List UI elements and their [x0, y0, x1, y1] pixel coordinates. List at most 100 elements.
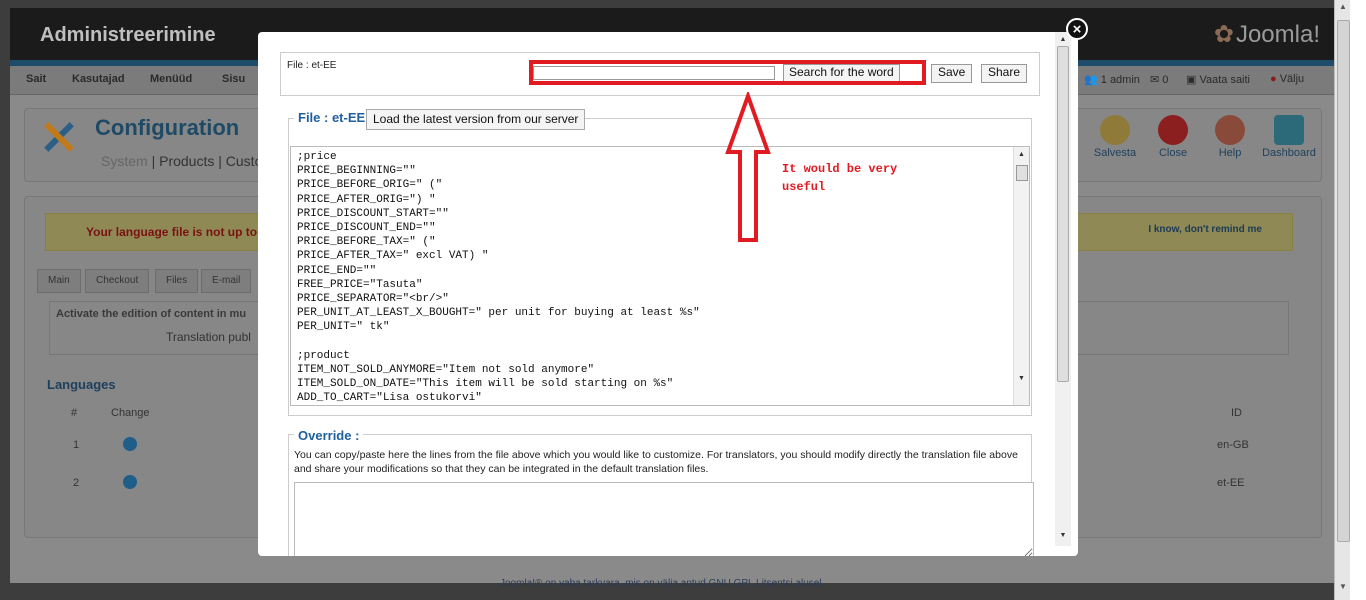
code-line: PER_UNIT=" tk": [297, 321, 390, 334]
languages-legend: Languages: [47, 377, 116, 392]
code-line: ITEM_SOLD_ON_DATE="This item will be sol…: [297, 378, 674, 391]
up-arrow-annotation-icon: [725, 92, 771, 242]
file-toolbar-box: File : et-EE Search for the word Save Sh…: [280, 52, 1040, 96]
edit-pencil-icon[interactable]: [123, 437, 137, 451]
tab-checkout[interactable]: Checkout: [85, 269, 150, 293]
code-line: FREE_PRICE="Tasuta": [297, 278, 423, 291]
language-file-content: ;price PRICE_BEGINNING="" PRICE_BEFORE_ORI…: [297, 150, 700, 405]
tab-main[interactable]: Main: [37, 269, 81, 293]
search-highlight-annotation: [529, 60, 926, 85]
row-1-num: 1: [73, 439, 80, 451]
override-legend: Override :: [294, 428, 364, 443]
view-site-link[interactable]: ▣ Vaata saiti: [1186, 73, 1250, 86]
code-line: PRICE_AFTER_TAX=" excl VAT) ": [297, 250, 489, 263]
code-line: PRICE_AFTER_ORIG=") ": [297, 193, 436, 206]
scroll-up-arrow-icon[interactable]: ▲: [1335, 2, 1351, 18]
row-2-num: 2: [73, 477, 80, 489]
modal-scroll-down-icon[interactable]: ▼: [1055, 532, 1071, 539]
dashboard-icon: [1274, 115, 1304, 145]
modal-close-button[interactable]: ×: [1066, 18, 1088, 40]
modal-scrollbar[interactable]: ▲ ▼: [1055, 32, 1071, 546]
code-line: ;product: [297, 349, 350, 362]
subnav-products[interactable]: Products: [159, 153, 214, 169]
view-site-label: Vaata saiti: [1199, 74, 1251, 86]
annotation-text: It would be very useful: [782, 160, 897, 196]
subnav-customers[interactable]: Custo: [226, 153, 263, 169]
page-title: Configuration: [95, 115, 240, 140]
logout-label: Välju: [1279, 73, 1305, 85]
logout-link[interactable]: ● Välju: [1270, 73, 1304, 85]
joomla-logo-icon: ✿: [1213, 21, 1234, 48]
toolbar-dashboard-button[interactable]: Dashboard: [1259, 115, 1319, 159]
toolbar-help-label: Help: [1218, 147, 1242, 159]
footer-license-text: Joomla!® on vaba tarkvara, mis on välja …: [500, 578, 825, 589]
col-header-num: #: [71, 407, 78, 419]
row-1-id: en-GB: [1217, 439, 1249, 451]
tab-files[interactable]: Files: [155, 269, 199, 293]
toolbar-save-button[interactable]: Salvesta: [1085, 115, 1145, 159]
language-file-textarea[interactable]: ;price PRICE_BEGINNING="" PRICE_BEFORE_ORI…: [290, 146, 1030, 406]
modal-scrollbar-thumb[interactable]: [1057, 46, 1069, 382]
save-button[interactable]: Save: [931, 64, 973, 83]
textarea-scroll-down-icon[interactable]: ▼: [1014, 375, 1029, 382]
subnav-system[interactable]: System: [101, 153, 148, 169]
code-line: ADD_TO_CART="Lisa ostukorvi": [297, 392, 482, 405]
code-line: PRICE_BEFORE_TAX=" (": [297, 236, 436, 249]
joomla-logo-text: Joomla!: [1235, 21, 1320, 48]
language-file-modal: File : et-EE Search for the word Save Sh…: [258, 32, 1078, 556]
col-header-id: ID: [1231, 407, 1242, 419]
code-line: ;price: [297, 151, 337, 163]
row-2-id: et-EE: [1217, 477, 1245, 489]
file-legend: File : et-EE: [294, 110, 370, 125]
annotation-line-2: useful: [782, 180, 826, 194]
toolbar-close-label: Close: [1158, 147, 1188, 159]
code-line: PRICE_BEGINNING="": [297, 165, 416, 178]
code-line: PRICE_SEPARATOR="<br/>": [297, 293, 449, 306]
messages-count: 0: [1162, 74, 1169, 86]
code-line: ITEM_NOT_SOLD_ANYMORE="Item not sold any…: [297, 364, 595, 377]
activate-edition-text: Activate the edition of content in mu: [56, 308, 247, 320]
lifebuoy-icon: [1215, 115, 1245, 145]
textarea-scrollbar-thumb[interactable]: [1016, 165, 1028, 181]
code-line: PRICE_DISCOUNT_END="": [297, 222, 436, 235]
tab-email[interactable]: E-mail: [201, 269, 252, 293]
edit-pencil-icon[interactable]: [123, 475, 137, 489]
toolbar-help-button[interactable]: Help: [1200, 115, 1260, 159]
dismiss-warning-link[interactable]: I know, don't remind me: [1148, 224, 1262, 235]
menu-item-site[interactable]: Sait: [26, 73, 46, 85]
textarea-scrollbar[interactable]: ▲ ▼: [1013, 147, 1029, 405]
toolbar-close-button[interactable]: Close: [1143, 115, 1203, 159]
load-latest-version-button[interactable]: Load the latest version from our server: [366, 109, 586, 130]
override-textarea[interactable]: [294, 482, 1034, 556]
checkmark-icon: [1100, 115, 1130, 145]
share-button[interactable]: Share: [981, 64, 1028, 83]
override-description: You can copy/paste here the lines from t…: [294, 449, 1018, 475]
code-line: PER_UNIT_AT_LEAST_X_BOUGHT=" per unit fo…: [297, 307, 700, 320]
code-line: PRICE_DISCOUNT_START="": [297, 207, 449, 220]
joomla-logo: ✿Joomla!: [1214, 20, 1320, 49]
users-online-count: 1 admin: [1100, 74, 1140, 86]
warning-text: Your language file is not up to d: [86, 225, 268, 239]
file-label: File : et-EE: [287, 60, 337, 71]
textarea-scroll-up-icon[interactable]: ▲: [1014, 151, 1029, 158]
logout-icon: ●: [1270, 73, 1277, 85]
admin-title: Administreerimine: [40, 24, 216, 46]
translation-text: Translation publ: [166, 330, 251, 344]
code-line: PRICE_BEFORE_ORIG=" (": [297, 179, 443, 192]
window-scrollbar-thumb[interactable]: [1337, 20, 1350, 542]
annotation-line-1: It would be very: [782, 162, 898, 176]
menu-item-users[interactable]: Kasutajad: [72, 73, 125, 85]
col-header-change: Change: [111, 407, 150, 419]
scroll-down-arrow-icon[interactable]: ▼: [1335, 582, 1351, 598]
messages-status[interactable]: ✉ 0: [1150, 73, 1168, 86]
toolbar-save-label: Salvesta: [1093, 147, 1137, 159]
window-edge: [1350, 0, 1366, 600]
code-line: PRICE_END="": [297, 264, 377, 277]
users-online-status: 👥 1 admin: [1084, 74, 1140, 86]
menu-item-menus[interactable]: Menüüd: [150, 73, 192, 85]
close-circle-icon: [1158, 115, 1188, 145]
config-subnav: System | Products | Custo: [101, 153, 263, 169]
menu-item-content[interactable]: Sisu: [222, 73, 245, 85]
window-scrollbar[interactable]: ▲ ▼: [1334, 0, 1351, 600]
